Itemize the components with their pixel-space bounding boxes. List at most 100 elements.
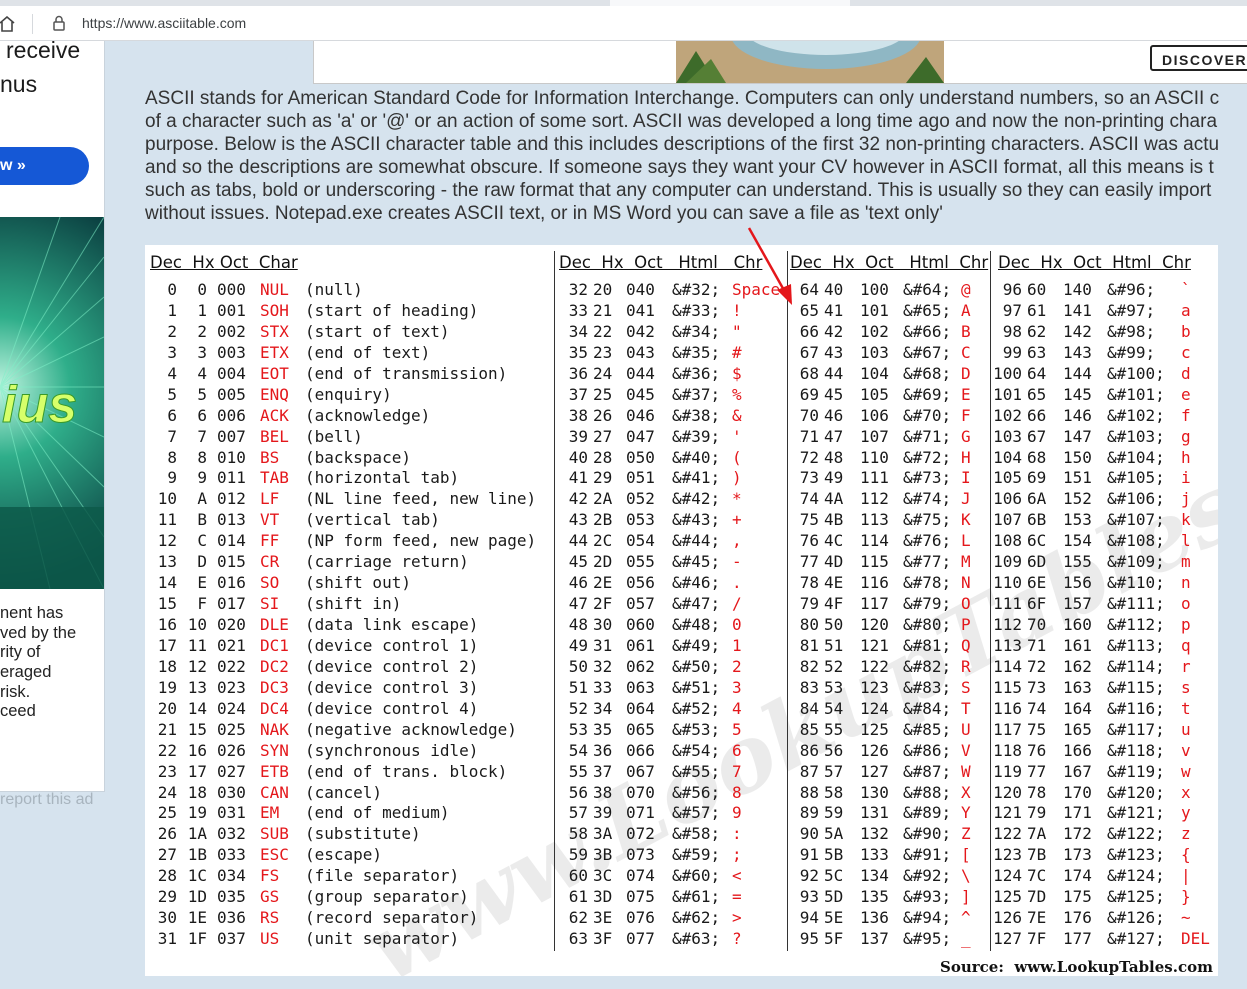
table-row: 24 18 030 CAN (cancel)	[145, 782, 554, 803]
cell-oct: 167	[1063, 761, 1092, 781]
cell-html: &#73;	[903, 468, 952, 488]
cell-dec: 27	[157, 845, 177, 865]
cell-html: &#59;	[672, 845, 721, 865]
intro-paragraph: ASCII stands for American Standard Code …	[145, 87, 1247, 225]
home-icon[interactable]	[0, 16, 16, 32]
cell-dec: 15	[157, 594, 177, 614]
cell-dec: 23	[157, 761, 177, 781]
cell-oct: 045	[626, 384, 655, 404]
url-text[interactable]: https://www.asciitable.com	[82, 15, 246, 31]
cell-chr: t	[1181, 698, 1191, 718]
cell-oct: 100	[860, 280, 889, 299]
cell-dec: 114	[993, 656, 1022, 676]
cell-chr: B	[961, 321, 971, 341]
cell-dec: 65	[799, 300, 819, 320]
cell-html: &#102;	[1107, 405, 1165, 425]
cell-dec: 72	[799, 447, 819, 467]
cell-dec: 83	[799, 677, 819, 697]
cell-dec: 35	[568, 342, 588, 362]
discover-button[interactable]: DISCOVER	[1150, 45, 1247, 71]
cell-hex: 77	[1027, 761, 1047, 781]
ad-cta-button[interactable]: w »	[0, 147, 89, 185]
cell-dec: 37	[568, 384, 588, 404]
source-credit: Source: www.LookupTables.com	[940, 958, 1213, 976]
cell-oct: 123	[860, 677, 889, 697]
cell-oct: 005	[217, 384, 246, 404]
cell-chr: r	[1181, 656, 1191, 676]
cell-hex: 8	[197, 447, 207, 467]
cell-hex: 78	[1027, 782, 1047, 802]
cell-hex: 12	[187, 656, 207, 676]
table-row: 105 69 151 &#105; i	[991, 467, 1218, 488]
cell-desc: (synchronous idle)	[305, 740, 479, 760]
table-row: 59 3B 073 &#59;;	[555, 844, 787, 865]
table-row: 82 52 122 &#82; R	[788, 656, 990, 677]
table-row: 47 2F 057 &#47; /	[555, 593, 787, 614]
cell-html: &#39;	[672, 426, 721, 446]
cell-desc: (device control 4)	[305, 698, 479, 718]
cell-hex: 7D	[1027, 887, 1047, 907]
cell-dec: 59	[568, 845, 588, 865]
table-row: 60 3C 074 &#60; <	[555, 865, 787, 886]
cell-oct: 062	[626, 656, 655, 676]
table-row: 26 1A 032 SUB (substitute)	[145, 823, 554, 844]
intro-line: and so the descriptions are somewhat obs…	[145, 157, 1214, 178]
table-row: 36 24 044 &#36; $	[555, 363, 787, 384]
source-label: Source:	[940, 958, 1004, 976]
cell-html: &#113;	[1107, 635, 1165, 655]
report-ad-link[interactable]: report this ad	[0, 791, 93, 809]
cell-dec: 71	[799, 426, 819, 446]
cell-html: &#80;	[903, 615, 952, 634]
cell-oct: 004	[217, 363, 246, 383]
cell-html: &#114;	[1107, 656, 1165, 676]
cell-dec: 12	[157, 531, 177, 551]
cell-html: &#116;	[1107, 698, 1165, 718]
table-row: 29 1D 035 GS (group separator)	[145, 886, 554, 907]
cell-abbr: ETX	[260, 342, 289, 362]
cell-desc: (device control 2)	[305, 656, 479, 676]
table-row: 15 F 017 SI (shift in)	[145, 593, 554, 614]
cell-desc: (group separator)	[305, 887, 469, 907]
cell-dec: 50	[568, 656, 588, 676]
cell-hex: 43	[824, 342, 844, 362]
cell-chr: N	[961, 573, 971, 593]
cell-dec: 36	[568, 363, 588, 383]
top-banner-ad[interactable]: DISCOVER	[313, 41, 1247, 84]
ad-image[interactable]: ius	[0, 217, 104, 589]
cell-desc: (end of text)	[305, 342, 431, 362]
cell-hex: 5F	[824, 929, 844, 949]
left-ad[interactable]: receive nus w » ius nent has ved by the …	[0, 41, 105, 792]
table-row: 41 29 051 &#41;)	[555, 467, 787, 488]
cell-chr: M	[961, 552, 971, 572]
cell-dec: 25	[157, 803, 177, 823]
cell-oct: 036	[217, 908, 246, 928]
cell-oct: 106	[860, 405, 889, 425]
cell-html: &#119;	[1107, 761, 1165, 781]
cell-chr: @	[961, 280, 971, 299]
cell-hex: 49	[824, 468, 844, 488]
header-printable-2: Dec Hx Oct Html Chr	[790, 253, 989, 272]
cell-desc: (negative acknowledge)	[305, 719, 517, 739]
cell-html: &#41;	[672, 468, 721, 488]
cell-dec: 45	[568, 552, 588, 572]
cell-dec: 69	[799, 384, 819, 404]
cell-hex: 7E	[1027, 908, 1047, 928]
cell-dec: 14	[157, 573, 177, 593]
cell-desc: (escape)	[305, 845, 383, 865]
table-row: 122 7A 172 &#122; z	[991, 823, 1218, 844]
cell-chr: T	[961, 698, 971, 718]
cell-dec: 56	[568, 782, 588, 802]
cell-hex: 18	[187, 782, 207, 802]
lock-icon[interactable]	[52, 15, 66, 31]
cell-oct: 107	[860, 426, 889, 446]
cell-chr: y	[1181, 803, 1191, 823]
address-bar[interactable]: https://www.asciitable.com	[0, 6, 1247, 41]
cell-oct: 000	[217, 280, 246, 299]
cell-html: &#84;	[903, 698, 952, 718]
cell-oct: 072	[626, 824, 655, 844]
cell-dec: 123	[993, 845, 1022, 865]
cell-dec: 39	[568, 426, 588, 446]
cell-dec: 125	[993, 887, 1022, 907]
table-row: 83 53 123 &#83; S	[788, 677, 990, 698]
cell-oct: 040	[626, 280, 655, 299]
